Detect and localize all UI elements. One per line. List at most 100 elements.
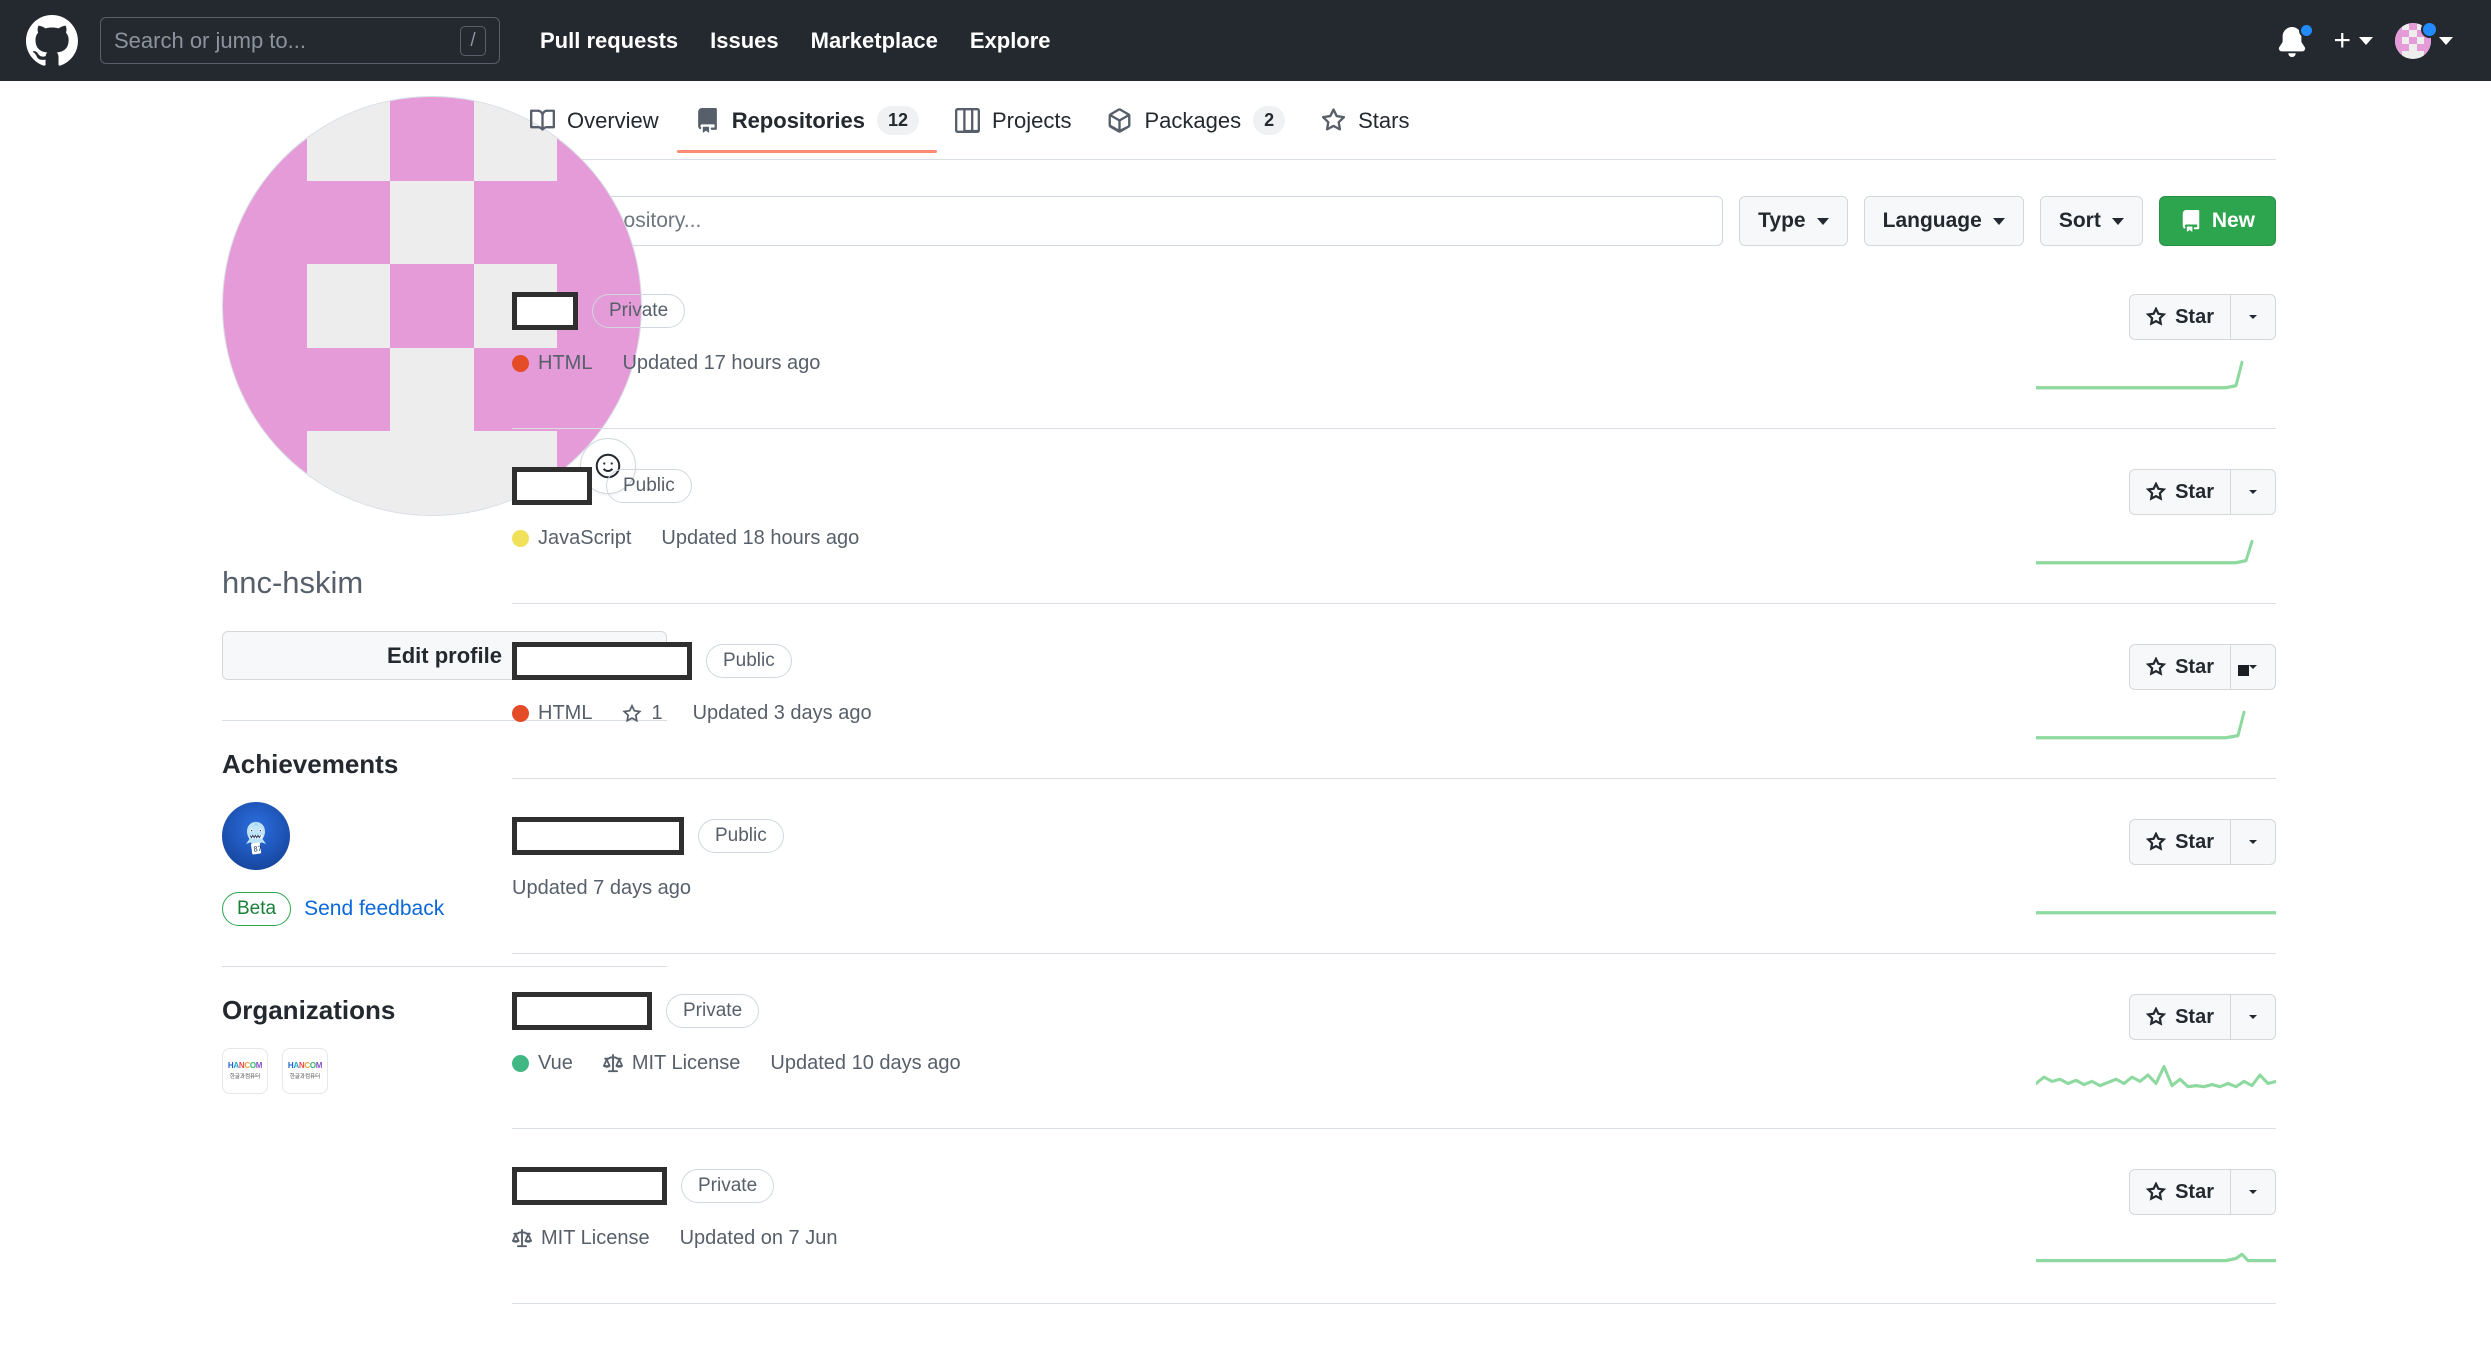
visibility-badge: Public	[706, 643, 792, 679]
nav-marketplace[interactable]: Marketplace	[811, 28, 938, 54]
star-icon	[2146, 1007, 2167, 1026]
star-dropdown-button[interactable]	[2230, 819, 2276, 865]
language-filter-button[interactable]: Language	[1863, 196, 2024, 246]
identicon-cell	[306, 264, 391, 348]
chevron-down-icon	[1992, 217, 2005, 225]
create-new-button[interactable]: +	[2333, 25, 2373, 56]
law-icon	[602, 1053, 623, 1072]
main-content: Overview Repositories 12 Projects Packages 2 S…	[448, 81, 2491, 1372]
chevron-down-icon	[2249, 1015, 2257, 1019]
search-input[interactable]: Search or jump to... /	[100, 17, 500, 64]
repository-license: MIT License	[512, 1227, 650, 1250]
star-button-group: Star	[2129, 644, 2276, 690]
repository-actions: Star	[1946, 1167, 2276, 1267]
repository-row: Public Updated 7 days ago Star	[512, 779, 2276, 954]
identicon-cell	[223, 264, 307, 348]
notification-unread-dot	[2299, 22, 2315, 38]
github-mark-icon[interactable]	[26, 14, 78, 67]
book-icon	[530, 109, 555, 131]
pull-shark-achievement[interactable]: 87	[222, 802, 290, 871]
repository-name-redacted[interactable]	[512, 292, 578, 330]
repository-name-redacted[interactable]	[512, 817, 684, 855]
profile-tabs: Overview Repositories 12 Projects Packages 2 S…	[512, 81, 2276, 160]
repository-name-redacted[interactable]	[512, 992, 652, 1030]
star-dropdown-button[interactable]	[2230, 294, 2276, 340]
visibility-badge: Public	[698, 818, 784, 854]
language-color-dot	[512, 705, 529, 722]
chevron-down-icon	[2249, 1190, 2257, 1194]
beta-badge: Beta	[222, 892, 292, 926]
activity-sparkline	[2036, 708, 2276, 742]
tab-repositories[interactable]: Repositories 12	[676, 105, 938, 154]
tab-stars[interactable]: Stars	[1303, 108, 1427, 151]
identicon-cell	[223, 180, 307, 265]
send-feedback-link[interactable]: Send feedback	[304, 897, 444, 921]
star-button-group: Star	[2129, 294, 2276, 340]
language-color-dot	[512, 355, 529, 372]
repository-language: Vue	[512, 1052, 573, 1075]
repository-meta: HTML Updated 17 hours ago	[512, 352, 1946, 375]
repository-updated: Updated 18 hours ago	[661, 527, 860, 549]
repository-info: Public JavaScript Updated 18 hours ago	[512, 467, 1946, 550]
repository-title-line: Private	[512, 292, 1946, 330]
sort-filter-button[interactable]: Sort	[2039, 196, 2143, 246]
repository-row: Public JavaScript Updated 18 hours ago Star	[512, 429, 2276, 604]
type-filter-button[interactable]: Type	[1739, 196, 1848, 246]
notifications-button[interactable]	[2277, 22, 2315, 58]
repository-name-redacted[interactable]	[512, 642, 692, 680]
identicon-cell	[223, 97, 307, 181]
star-button-group: Star	[2129, 994, 2276, 1040]
repository-meta: Updated 7 days ago	[512, 877, 1946, 900]
header-nav: Pull requests Issues Marketplace Explore	[540, 28, 1051, 54]
repository-actions: Star	[1946, 992, 2276, 1092]
language-label: Vue	[538, 1052, 573, 1074]
tab-projects[interactable]: Projects	[937, 108, 1089, 151]
account-menu-button[interactable]	[2395, 20, 2453, 59]
nav-pull-requests[interactable]: Pull requests	[540, 28, 678, 54]
repository-stargazers[interactable]: 1	[622, 702, 663, 725]
activity-sparkline	[2036, 1233, 2276, 1267]
type-filter-label: Type	[1758, 209, 1806, 232]
star-button[interactable]: Star	[2129, 469, 2230, 515]
hancom-org-2[interactable]: HANCOM 한글과컴퓨터	[282, 1047, 328, 1094]
star-button[interactable]: Star	[2129, 1169, 2230, 1215]
new-repository-button[interactable]: New	[2158, 196, 2276, 246]
nav-issues[interactable]: Issues	[710, 28, 779, 54]
repository-name-redacted[interactable]	[512, 467, 592, 505]
star-button[interactable]: Star	[2129, 994, 2230, 1040]
star-button[interactable]: Star	[2129, 819, 2230, 865]
repository-row: Private MIT License Updated on 7 Jun Star	[512, 1129, 2276, 1304]
language-filter-label: Language	[1882, 209, 1982, 232]
tab-overview[interactable]: Overview	[512, 108, 677, 151]
find-repository-input[interactable]	[512, 196, 1724, 246]
language-color-dot	[512, 1055, 529, 1072]
repo-icon	[697, 108, 717, 133]
star-dropdown-button[interactable]	[2230, 1169, 2276, 1215]
identicon-cell	[306, 347, 391, 432]
star-dropdown-button[interactable]	[2230, 469, 2276, 515]
activity-sparkline	[2036, 883, 2276, 917]
tab-label: Projects	[991, 107, 1072, 133]
tab-packages[interactable]: Packages 2	[1089, 105, 1303, 152]
repository-info: Public Updated 7 days ago	[512, 817, 1946, 900]
repository-name-redacted[interactable]	[512, 1167, 667, 1205]
repository-updated: Updated 7 days ago	[512, 877, 692, 899]
nav-explore[interactable]: Explore	[970, 28, 1051, 54]
repository-row: Private HTML Updated 17 hours ago Star	[512, 254, 2276, 429]
repository-language: HTML	[512, 702, 592, 725]
repository-title-line: Public	[512, 642, 1946, 680]
star-button[interactable]: Star	[2129, 294, 2230, 340]
star-button-label: Star	[2175, 830, 2214, 853]
visibility-badge: Public	[606, 468, 692, 504]
star-button[interactable]: Star	[2129, 644, 2230, 690]
repository-updated: Updated 3 days ago	[692, 702, 872, 724]
star-icon	[2146, 482, 2167, 501]
repository-actions: Star	[1946, 642, 2276, 742]
repository-license: MIT License	[602, 1052, 740, 1075]
org-logo-subtitle: 한글과컴퓨터	[289, 1073, 321, 1080]
star-dropdown-button[interactable]	[2230, 994, 2276, 1040]
repository-info: Private MIT License Updated on 7 Jun	[512, 1167, 1946, 1250]
star-button-label: Star	[2175, 480, 2214, 503]
star-dropdown-button[interactable]	[2230, 644, 2276, 690]
hancom-org-1[interactable]: HANCOM 한글과컴퓨터	[222, 1047, 268, 1094]
